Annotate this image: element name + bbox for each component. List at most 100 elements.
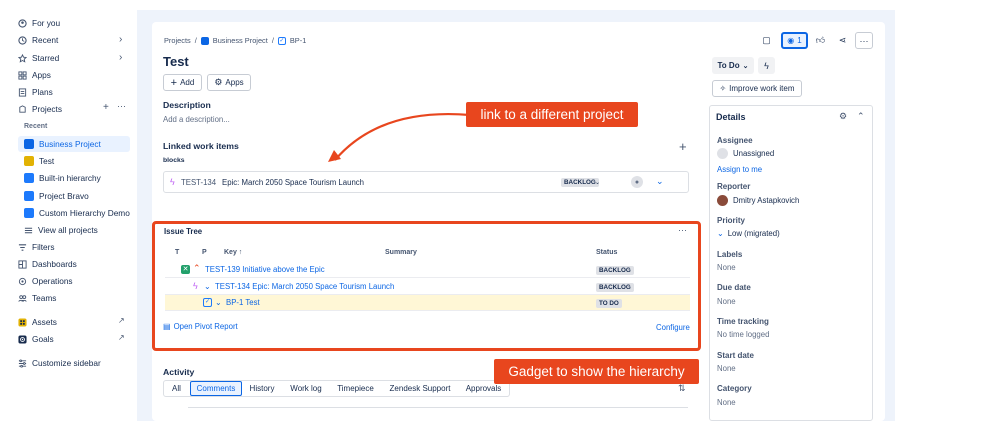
breadcrumb-issue[interactable]: BP-1: [290, 36, 306, 45]
gadget-callout: Gadget to show the hierarchy: [494, 359, 699, 384]
project-label: Built-in hierarchy: [39, 173, 101, 183]
more-icon[interactable]: ···: [117, 101, 126, 111]
sidebar-item-starred[interactable]: Starred: [18, 51, 59, 65]
time-tracking-value[interactable]: No time logged: [717, 330, 769, 339]
breadcrumb-project[interactable]: Business Project: [213, 36, 268, 45]
share-button[interactable]: ⋖: [834, 32, 851, 49]
sidebar-item-label: Filters: [32, 242, 55, 252]
customize-sidebar[interactable]: Customize sidebar: [18, 356, 101, 370]
sidebar-project-test[interactable]: Test: [24, 154, 54, 168]
tree-row[interactable]: ✓ ⌄ BP-1 Test TO DO: [165, 295, 690, 311]
status-lozenge: BACKLOG: [596, 282, 634, 292]
settings-gear-icon[interactable]: ⚙: [839, 111, 847, 122]
pivot-report-icon: ▤: [163, 322, 171, 331]
category-value[interactable]: None: [717, 398, 736, 407]
linked-item-key[interactable]: TEST-134: [181, 178, 216, 187]
add-link-plus-icon[interactable]: +: [679, 139, 687, 154]
external-link-icon[interactable]: ↗: [118, 333, 125, 342]
tree-row-text[interactable]: TEST-139 Initiative above the Epic: [205, 265, 325, 274]
external-link-icon[interactable]: ↗: [118, 316, 125, 325]
category-label: Category: [717, 384, 752, 393]
priority-field[interactable]: ⌄ Low (migrated): [717, 229, 780, 238]
linked-status-dropdown[interactable]: BACKLOG: [561, 178, 599, 187]
priority-low-icon: ⌄: [204, 282, 211, 291]
sidebar-item-teams[interactable]: Teams: [18, 291, 56, 305]
configure-link[interactable]: Configure: [656, 323, 690, 332]
sort-arrow-icon: ↑: [238, 249, 243, 256]
sidebar-project-built-in[interactable]: Built-in hierarchy: [24, 171, 101, 185]
star-icon: [18, 53, 27, 63]
sidebar-item-apps[interactable]: Apps: [18, 68, 51, 82]
apps-button[interactable]: ⚙ Apps: [207, 74, 251, 91]
sidebar-item-recent[interactable]: Recent: [18, 33, 130, 47]
breadcrumb: Projects / Business Project / ✓ BP-1: [164, 36, 306, 45]
status-dropdown[interactable]: To Do ⌄: [712, 57, 754, 74]
tree-row[interactable]: ϟ ⌄ TEST-134 Epic: March 2050 Space Tour…: [165, 279, 690, 295]
sidebar-item-label: Apps: [32, 70, 51, 80]
tab-history[interactable]: History: [245, 381, 279, 396]
sidebar-project-bravo[interactable]: Project Bravo: [24, 189, 89, 203]
annotation-arrow: [328, 113, 471, 162]
column-type[interactable]: T: [175, 249, 179, 256]
labels-value[interactable]: None: [717, 263, 736, 272]
watch-button[interactable]: ◉ 1: [781, 32, 808, 49]
plus-icon[interactable]: +: [103, 102, 109, 113]
sidebar-item-assets[interactable]: Assets: [18, 315, 57, 329]
sidebar-project-business[interactable]: Business Project: [24, 137, 101, 151]
sidebar-item-dashboards[interactable]: Dashboards: [18, 257, 77, 271]
chevron-right-icon[interactable]: ›: [119, 52, 122, 63]
tab-comments[interactable]: Comments: [190, 381, 242, 396]
due-date-label: Due date: [717, 283, 751, 292]
view-all-projects[interactable]: View all projects: [24, 223, 98, 237]
sidebar-item-for-you[interactable]: For you: [18, 16, 60, 30]
epic-lightning-icon: ϟ: [170, 177, 175, 187]
column-key[interactable]: Key ↑: [224, 249, 242, 256]
column-priority[interactable]: P: [202, 249, 207, 256]
project-icon: [200, 36, 209, 45]
tree-row-text[interactable]: BP-1 Test: [226, 298, 260, 307]
assignee-field[interactable]: Unassigned: [717, 148, 774, 159]
sidebar-item-plans[interactable]: Plans: [18, 85, 53, 99]
tab-all[interactable]: All: [166, 381, 187, 396]
projects-icon: [18, 104, 27, 114]
list-icon: [24, 226, 33, 235]
sort-icon[interactable]: ⇅: [678, 383, 686, 394]
sidebar-project-custom[interactable]: Custom Hierarchy Demo: [24, 206, 130, 220]
tree-row[interactable]: ✕ ⌃ TEST-139 Initiative above the Epic B…: [165, 262, 690, 278]
more-icon[interactable]: ···: [678, 225, 687, 235]
automation-button[interactable]: ϟ: [758, 57, 775, 74]
project-label: Business Project: [39, 139, 101, 149]
sidebar-item-filters[interactable]: Filters: [18, 240, 55, 254]
sidebar-item-label: Assets: [32, 317, 57, 327]
unassigned-avatar[interactable]: ●: [631, 176, 643, 188]
add-button[interactable]: + Add: [163, 74, 202, 91]
tab-work-log[interactable]: Work log: [286, 381, 326, 396]
linked-item-summary[interactable]: Epic: March 2050 Space Tourism Launch: [222, 178, 364, 187]
assign-to-me-link[interactable]: Assign to me: [717, 165, 762, 174]
collapse-chevron-icon[interactable]: ⌃: [857, 111, 865, 122]
breadcrumb-projects[interactable]: Projects: [164, 36, 191, 45]
breadcrumb-separator: /: [194, 36, 197, 45]
sidebar-item-projects[interactable]: Projects: [18, 102, 62, 116]
project-label: Project Bravo: [39, 191, 89, 201]
start-date-value[interactable]: None: [717, 364, 736, 373]
column-status[interactable]: Status: [596, 249, 617, 256]
reporter-field[interactable]: Dmitry Astapkovich: [717, 195, 799, 206]
description-field[interactable]: Add a description...: [163, 115, 230, 124]
tab-timepiece[interactable]: Timepiece: [333, 381, 378, 396]
like-button[interactable]: 👍︎: [812, 32, 829, 49]
linked-item-row[interactable]: ϟ TEST-134 Epic: March 2050 Space Touris…: [163, 171, 689, 193]
tab-zendesk-support[interactable]: Zendesk Support: [386, 381, 454, 396]
feedback-button[interactable]: ▢: [757, 32, 776, 49]
tree-row-text[interactable]: TEST-134 Epic: March 2050 Space Tourism …: [215, 282, 394, 291]
chevron-right-icon[interactable]: ›: [119, 34, 122, 45]
sidebar-item-operations[interactable]: Operations: [18, 274, 73, 288]
improve-work-item-button[interactable]: ✧ Improve work item: [712, 80, 802, 97]
sidebar-item-goals[interactable]: Goals: [18, 332, 54, 346]
due-date-value[interactable]: None: [717, 297, 736, 306]
column-summary[interactable]: Summary: [385, 249, 417, 256]
open-pivot-report-link[interactable]: ▤ Open Pivot Report: [163, 322, 238, 331]
expand-chevron-icon[interactable]: ⌄: [656, 176, 664, 187]
more-actions-button[interactable]: ···: [855, 32, 873, 49]
sidebar: For you Recent › Starred › Apps Plans Pr…: [0, 0, 137, 421]
